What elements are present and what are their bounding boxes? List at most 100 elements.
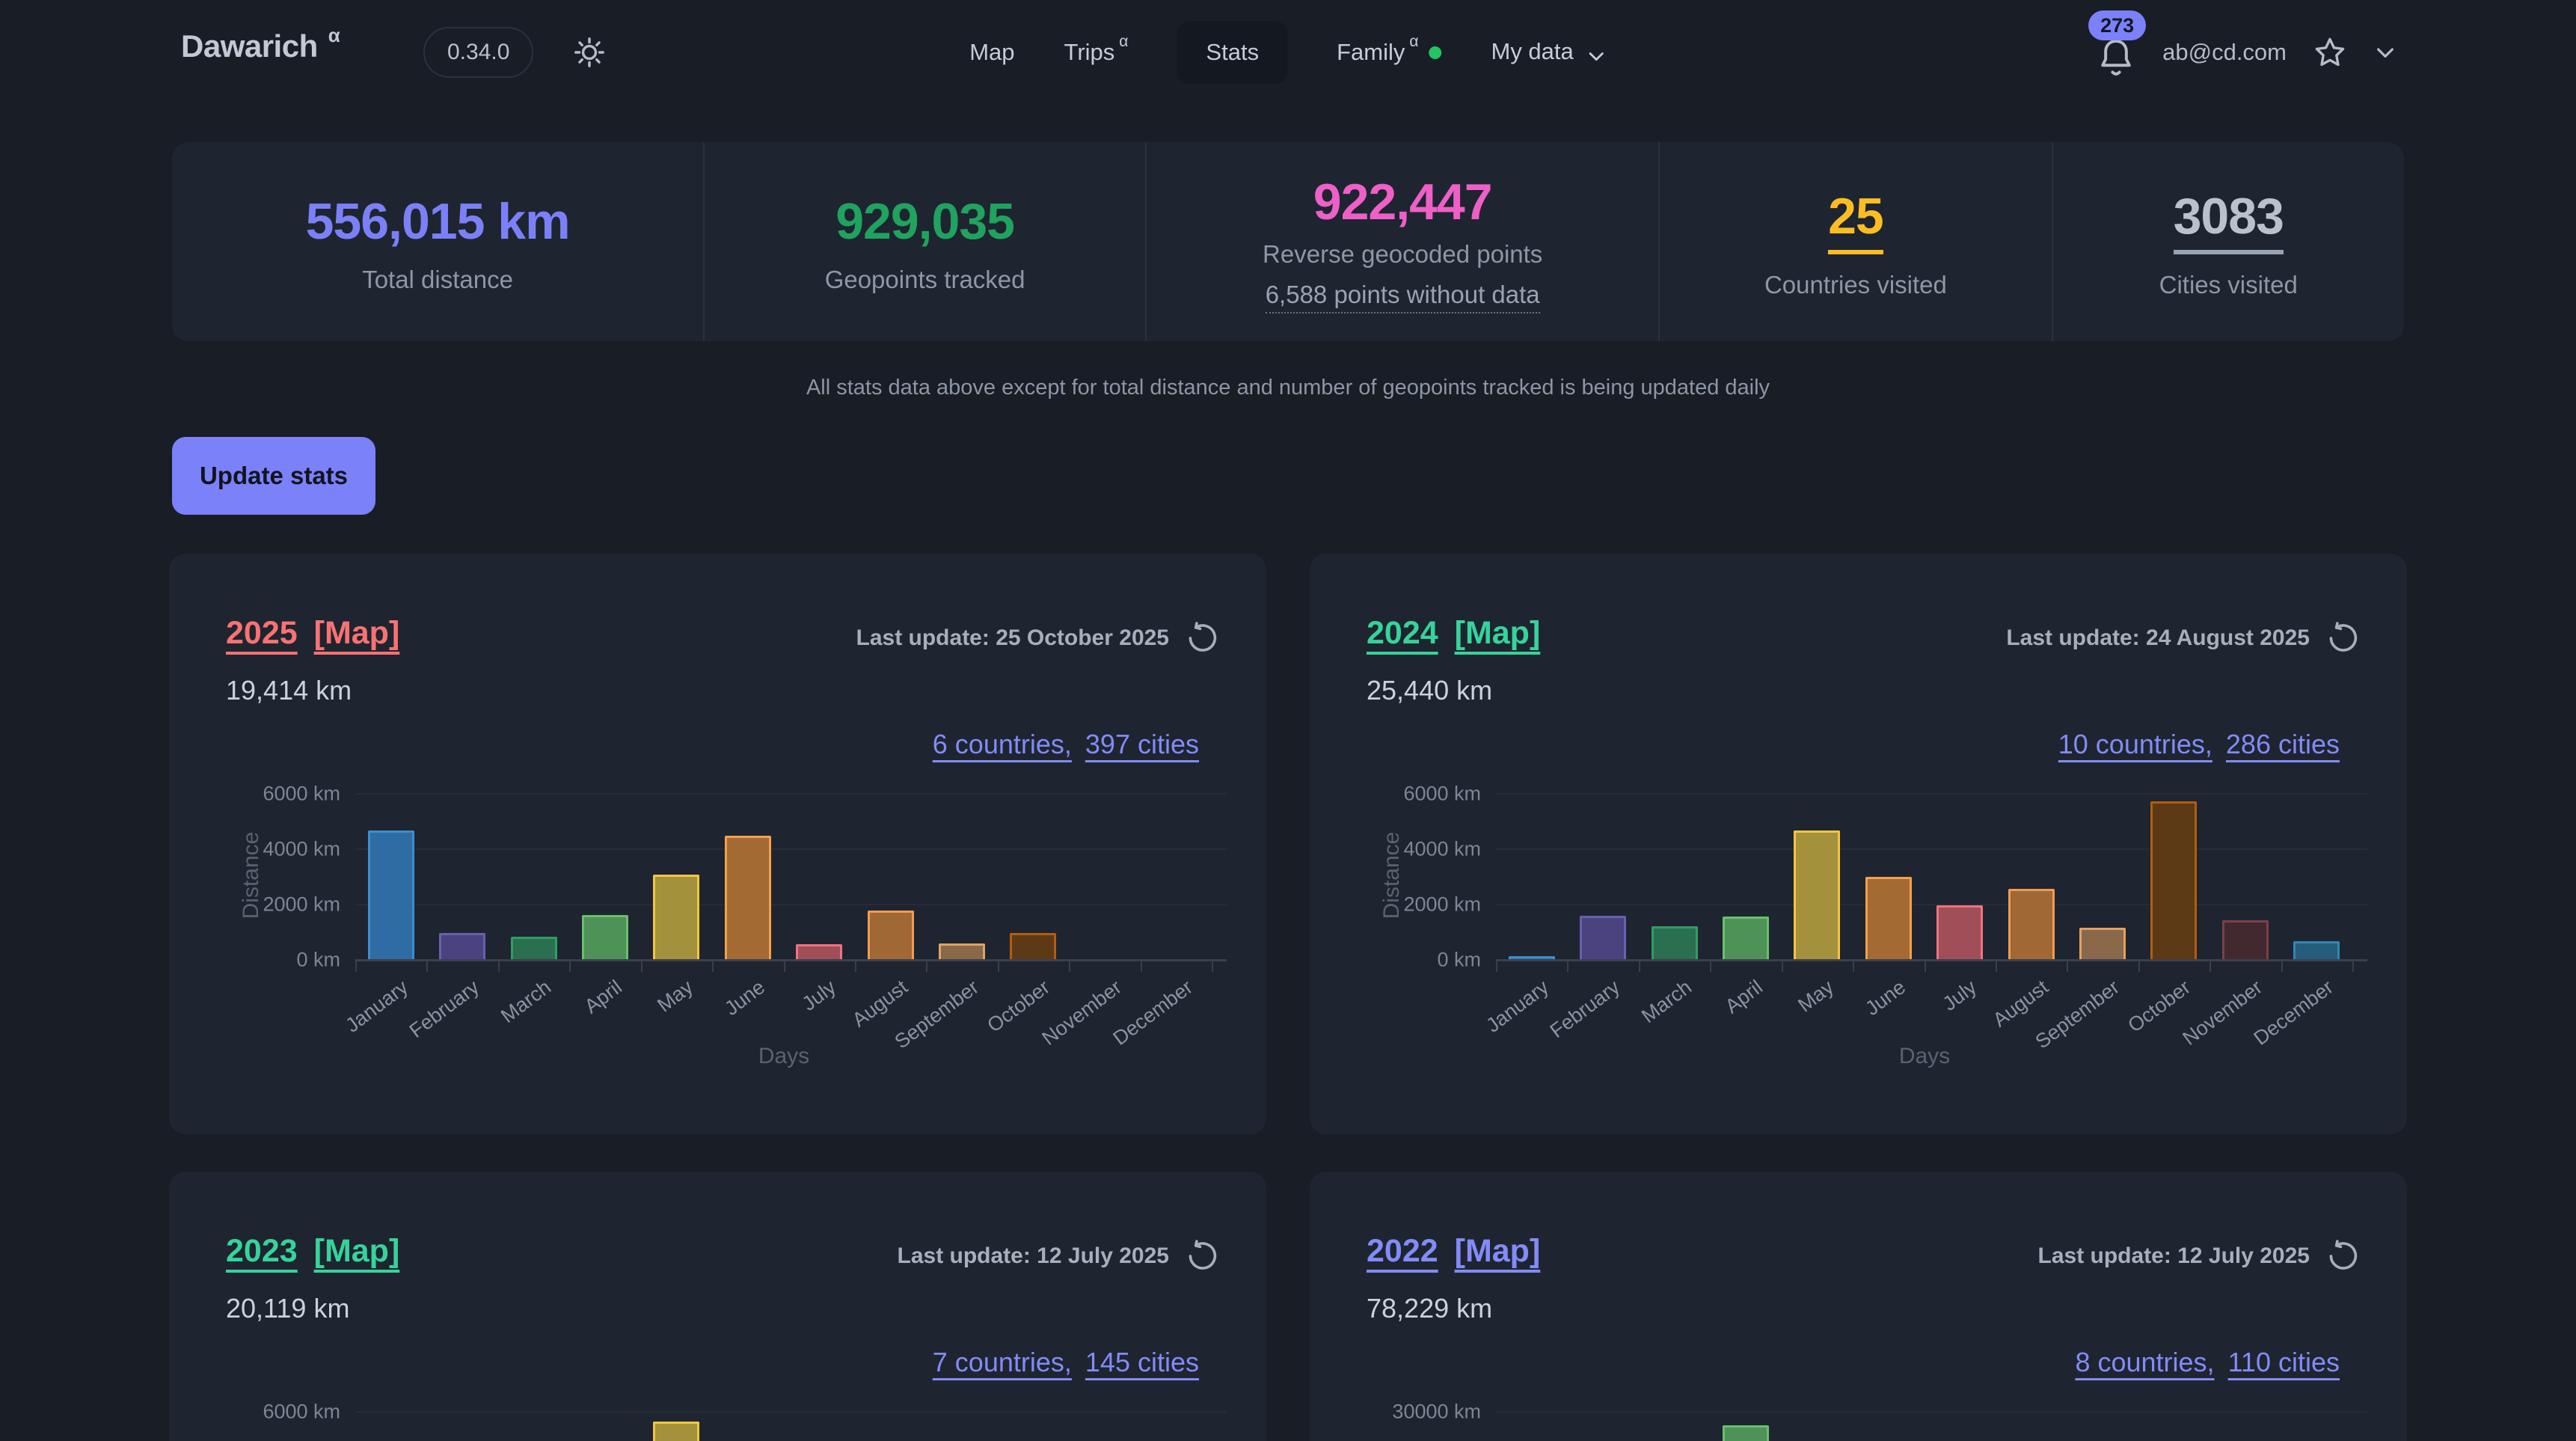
user-email[interactable]: ab@cd.com [2162,39,2287,66]
trips-alpha-badge: α [1119,33,1128,51]
x-axis-month-label: August [847,976,912,1032]
x-axis-tick [1069,961,1070,972]
navbar-right: 273 ab@cd.com [2095,0,2397,105]
main-nav: Map Tripsα Stats Familyα My data [969,0,1607,105]
nav-my-data[interactable]: My data [1491,38,1607,67]
bar-june [725,836,771,959]
x-axis-month-label: December [2250,976,2338,1050]
chart-gridline [1496,848,2367,850]
bar-september [2079,928,2126,959]
x-axis-tick [498,961,500,972]
x-axis-month-label: May [654,976,698,1017]
chart-gridline [355,848,1227,850]
stats-note: All stats data above except for total di… [0,376,2576,400]
bar-april [1723,1425,1769,1441]
x-axis-tick [1853,961,1854,972]
x-axis-month-label: June [720,976,769,1021]
bar-may [1794,830,1840,959]
theme-toggle-button[interactable] [570,33,609,72]
x-axis-tick [641,961,643,972]
app-brand[interactable]: Dawarich α [181,28,340,64]
x-axis-tick [1496,961,1497,972]
bar-july [796,944,842,959]
x-axis-tick [2352,961,2354,972]
x-axis-tick [998,961,999,972]
distance-bar-chart: 0 km2000 km4000 km6000 kmJanuaryFebruary… [169,554,1266,1134]
nav-stats-active[interactable]: Stats [1177,21,1287,84]
countries-value: 25 [1828,189,1883,254]
chart-gridline [1496,904,2367,905]
y-axis-title: Distance [1379,832,1405,920]
x-axis-line [355,959,1227,961]
bar-march [511,937,557,959]
points-without-data-link[interactable]: 6,588 points without data [1266,281,1540,313]
x-axis-month-label: May [1794,976,1839,1017]
x-axis-month-label: April [1721,976,1767,1018]
year-cards-grid: 2025 [Map] Last update: 25 October 2025 … [169,554,2407,1441]
x-axis-tick [1782,961,1783,972]
user-menu-toggle[interactable] [2373,40,2397,64]
bar-january [368,830,414,959]
x-axis-title: Days [758,1044,809,1069]
bar-december [2293,941,2340,959]
chevron-down-icon [2373,40,2397,64]
x-axis-month-label: July [798,976,841,1016]
x-axis-tick [2209,961,2211,972]
bell-icon [2095,36,2137,81]
family-online-dot [1429,46,1442,59]
x-axis-month-label: March [1637,976,1696,1028]
notifications-button[interactable]: 273 [2095,36,2137,81]
stat-total-distance: 556,015 km Total distance [172,142,703,341]
bar-august [2008,889,2055,959]
cities-label: Cities visited [2159,271,2298,299]
y-axis-tick-label: 0 km [169,949,340,972]
x-axis-tick [355,961,357,972]
stat-geopoints: 929,035 Geopoints tracked [703,142,1145,341]
x-axis-month-label: November [1037,976,1126,1050]
alpha-badge: α [328,24,340,47]
x-axis-tick [1212,961,1213,972]
chart-gridline [1496,793,2367,795]
x-axis-tick [855,961,856,972]
y-axis-title: Distance [239,832,264,920]
bar-may [653,1422,699,1441]
notification-count-badge: 273 [2088,10,2146,40]
chart-gridline [355,793,1227,795]
nav-family[interactable]: Familyα [1337,39,1441,66]
bar-july [1936,905,1983,959]
x-axis-tick [712,961,714,972]
navbar: Dawarich α 0.34.0 Map Tripsα Stats Famil… [0,0,2576,105]
y-axis-tick-label: 6000 km [169,1401,340,1424]
star-icon [2312,34,2348,70]
x-axis-tick [1141,961,1142,972]
total-distance-label: Total distance [362,266,513,294]
version-badge: 0.34.0 [423,27,533,78]
stat-countries: 25 Countries visited [1658,142,2051,341]
x-axis-tick [2138,961,2140,972]
x-axis-month-label: August [1988,976,2052,1032]
stats-summary-card: 556,015 km Total distance 929,035 Geopoi… [172,142,2404,341]
x-axis-tick [2281,961,2283,972]
bar-october [2150,801,2197,959]
favorite-star-button[interactable] [2312,34,2348,70]
family-alpha-badge: α [1409,33,1418,51]
x-axis-month-label: December [1109,976,1197,1050]
chart-gridline [355,904,1227,905]
x-axis-month-label: February [405,976,484,1043]
reverse-geocoded-label: Reverse geocoded points [1263,240,1542,269]
x-axis-tick [2067,961,2068,972]
update-stats-button[interactable]: Update stats [172,437,375,515]
nav-trips[interactable]: Tripsα [1064,39,1129,66]
x-axis-tick [569,961,571,972]
x-axis-tick [1710,961,1711,972]
bar-february [1580,916,1626,959]
bar-january [1509,956,1555,959]
bar-april [582,915,628,959]
bar-august [868,911,914,959]
x-axis-month-label: June [1861,976,1910,1021]
nav-map[interactable]: Map [969,39,1014,66]
distance-bar-chart: 0 km2000 km4000 km6000 kmJanuaryFebruary… [169,1172,1266,1441]
bar-june [1865,877,1912,959]
sun-icon [572,35,607,70]
y-axis-tick-label: 6000 km [1310,783,1481,806]
